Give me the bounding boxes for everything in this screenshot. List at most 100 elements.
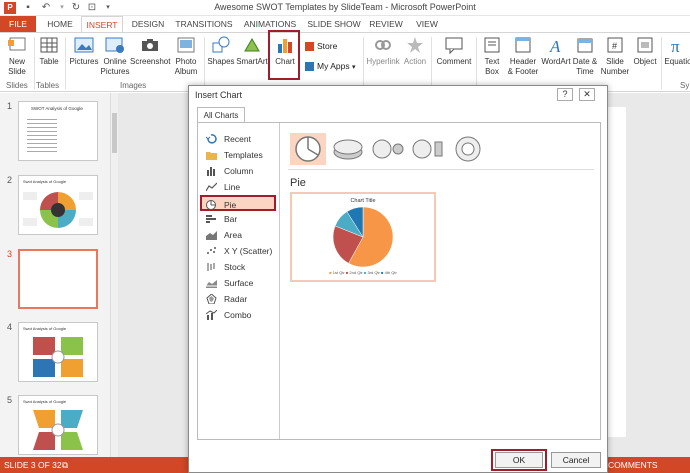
comment-button[interactable]: Comment [434, 35, 474, 67]
tab-design[interactable]: DESIGN [128, 16, 168, 32]
cancel-button[interactable]: Cancel [551, 452, 601, 468]
category-column[interactable]: Column [202, 163, 274, 179]
tab-review[interactable]: REVIEW [368, 16, 404, 32]
tab-insert[interactable]: INSERT [81, 16, 123, 32]
new-slide-button[interactable]: New Slide [2, 35, 32, 77]
legend-marker: ■ [363, 270, 367, 275]
tab-view[interactable]: VIEW [412, 16, 442, 32]
svg-text:#: # [612, 41, 617, 51]
comments-status-button[interactable]: COMMENTS [608, 457, 658, 473]
slide-thumbnail-5[interactable]: Swot Analysis of Google [18, 395, 98, 455]
tab-file[interactable]: FILE [0, 16, 36, 32]
header-footer-icon [515, 37, 531, 53]
slide-thumbnail-1[interactable]: SWOT Analysis of Google [18, 101, 98, 161]
legend-item-2: 2nd Qtr [349, 270, 363, 275]
window-title: Awesome SWOT Templates by SlideTeam - Mi… [214, 2, 476, 12]
close-button[interactable]: ✕ [579, 88, 595, 101]
group-label-symbols: Sy [680, 81, 690, 90]
pictures-button[interactable]: Pictures [68, 35, 100, 67]
pictures-icon [74, 37, 94, 53]
category-templates[interactable]: Templates [202, 147, 274, 163]
hyperlink-icon [375, 40, 391, 50]
spell-check-icon[interactable]: ⧉ [62, 457, 68, 473]
my-apps-icon [305, 62, 314, 72]
slide-count-status: SLIDE 3 OF 32 [4, 460, 62, 470]
date-time-button[interactable]: Date & Time [571, 35, 599, 77]
table-button[interactable]: Table [36, 35, 62, 67]
chart-highlight-box [268, 30, 300, 80]
category-area[interactable]: Area [202, 227, 274, 243]
slide-number-button[interactable]: # Slide Number [599, 35, 631, 77]
slide-thumbnail-3[interactable] [18, 249, 98, 309]
smartart-button[interactable]: SmartArt [236, 35, 268, 67]
slide-panel-scrollbar[interactable] [110, 93, 118, 457]
slide-number-label: 1 [7, 101, 13, 111]
dialog-content-frame: Recent Templates Column Line Pie Bar Are… [197, 122, 601, 440]
wordart-icon: A [549, 37, 561, 55]
category-radar[interactable]: Radar [202, 291, 274, 307]
tab-all-charts[interactable]: All Charts [197, 107, 245, 123]
category-line[interactable]: Line [202, 179, 274, 195]
help-button[interactable]: ? [557, 88, 573, 101]
category-bar[interactable]: Bar [202, 211, 274, 227]
chart-preview[interactable]: Chart Title ■ 1st Qtr ■ 2nd Qtr ■ 3rd Qt… [290, 192, 436, 282]
hyperlink-button[interactable]: Hyperlink [366, 35, 400, 67]
preview-legend: ■ 1st Qtr ■ 2nd Qtr ■ 3rd Qtr ■ 4th Qtr [292, 270, 434, 275]
pie-icon [295, 136, 321, 162]
star-icon [407, 37, 423, 53]
legend-item-4: 4th Qtr [384, 270, 397, 275]
store-icon [305, 42, 314, 52]
tab-home[interactable]: HOME [44, 16, 76, 32]
slide-number-label: 2 [7, 175, 13, 185]
shapes-button[interactable]: Shapes [206, 35, 236, 67]
pie-subtype-3d-pie[interactable] [330, 133, 366, 165]
pie-subtype-pie[interactable] [290, 133, 326, 165]
slide-thumbnail-title: Swot Analysis of Google [23, 179, 67, 184]
slide-number-label: 3 [7, 249, 13, 259]
header-footer-button[interactable]: Header & Footer [505, 35, 541, 77]
pie-subtype-pie-of-pie[interactable] [370, 133, 406, 165]
pie-subtype-doughnut[interactable] [450, 133, 486, 165]
online-pictures-button[interactable]: Online Pictures [100, 35, 130, 77]
store-button[interactable]: Store [305, 41, 337, 52]
recent-icon [206, 134, 217, 144]
object-button[interactable]: Object [631, 35, 659, 67]
slide-thumbnail-title: Swot Analysis of Google [23, 399, 67, 404]
category-recent[interactable]: Recent [202, 131, 274, 147]
category-combo[interactable]: Combo [202, 307, 274, 323]
screenshot-button[interactable]: Screenshot [130, 35, 170, 67]
section-divider [288, 169, 594, 170]
scatter-chart-icon [207, 247, 216, 254]
category-xy-scatter[interactable]: X Y (Scatter) [202, 243, 274, 259]
calendar-icon [577, 38, 593, 53]
photo-album-button[interactable]: Photo Album [171, 35, 201, 77]
dialog-title: Insert Chart [195, 90, 243, 100]
my-apps-button[interactable]: My Apps ▾ [305, 61, 356, 72]
pie-subtype-bar-of-pie[interactable] [410, 133, 446, 165]
scrollbar-thumb[interactable] [112, 113, 117, 153]
tab-transitions[interactable]: TRANSITIONS [174, 16, 234, 32]
text-box-button[interactable]: Text Box [479, 35, 505, 77]
category-surface[interactable]: Surface [202, 275, 274, 291]
table-icon [40, 37, 58, 53]
group-label-slides: Slides [6, 81, 28, 90]
equation-button[interactable]: π Equatio [663, 35, 690, 67]
column-chart-icon [207, 167, 215, 176]
bar-chart-icon [206, 215, 216, 223]
slide-thumbnail-4[interactable]: Swot Analysis of Google [18, 322, 98, 382]
legend-marker: ■ [329, 270, 332, 275]
ribbon-divider [431, 37, 432, 89]
wordart-button[interactable]: A WordArt [541, 35, 571, 67]
tab-slide-show[interactable]: SLIDE SHOW [306, 16, 362, 32]
slide-thumbnail-2[interactable]: Swot Analysis of Google [18, 175, 98, 235]
combo-chart-icon [206, 310, 217, 320]
pie-chart-graphic [332, 206, 394, 268]
surface-chart-icon [206, 280, 217, 288]
ribbon-tabs: FILE HOME INSERT DESIGN TRANSITIONS ANIM… [0, 16, 690, 32]
action-button[interactable]: Action [401, 35, 429, 67]
category-pie[interactable]: Pie [200, 195, 276, 211]
swot-diagram-thumbnail [33, 410, 83, 450]
ribbon-divider [34, 37, 35, 89]
chevron-down-icon: ▾ [351, 64, 356, 71]
category-stock[interactable]: Stock [202, 259, 274, 275]
